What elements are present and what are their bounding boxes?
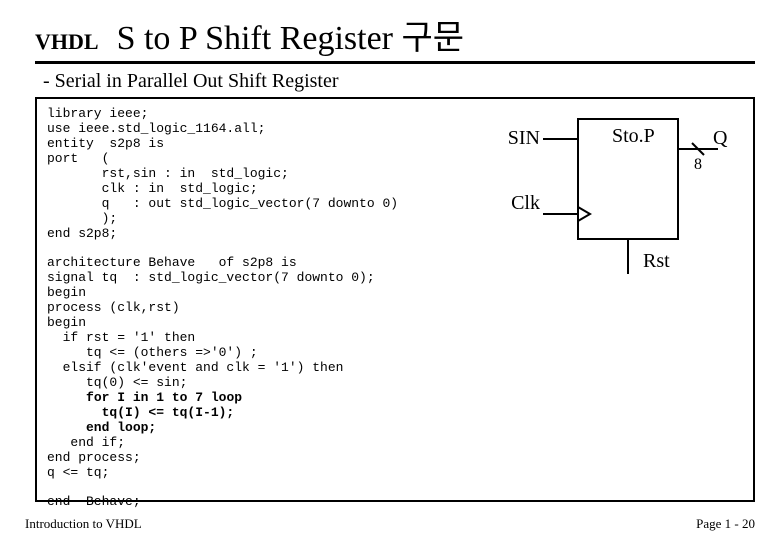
- vhdl-label: VHDL: [35, 29, 99, 55]
- code-line: process (clk,rst): [47, 300, 180, 315]
- rst-label: Rst: [643, 250, 670, 272]
- code-line: library ieee;: [47, 106, 148, 121]
- code-line: rst,sin : in std_logic;: [47, 166, 289, 181]
- code-line: clk : in std_logic;: [47, 181, 258, 196]
- footer-left: Introduction to VHDL: [25, 516, 142, 532]
- block-label: Sto.P: [612, 125, 655, 147]
- code-line: begin: [47, 285, 86, 300]
- code-line: [47, 390, 86, 405]
- code-line: tq <= (others =>'0') ;: [47, 345, 258, 360]
- code-line: tq(0) <= sin;: [47, 375, 187, 390]
- q-label: Q: [713, 127, 728, 149]
- code-line-bold: end loop;: [47, 420, 156, 435]
- code-line: end if;: [47, 435, 125, 450]
- header-bar: VHDL S to P Shift Register 구문: [35, 10, 755, 64]
- footer: Introduction to VHDL Page 1 - 20: [25, 516, 755, 532]
- subtitle: - Serial in Parallel Out Shift Register: [43, 70, 755, 93]
- page-title: S to P Shift Register 구문: [117, 10, 465, 59]
- sin-label: SIN: [508, 127, 540, 149]
- code-line: end process;: [47, 450, 141, 465]
- diagram-svg: Sto.P SIN Q 8 Clk Rst: [508, 99, 728, 289]
- footer-right: Page 1 - 20: [696, 516, 755, 532]
- code-line-bold: for I in 1 to 7 loop: [86, 390, 242, 405]
- clk-label: Clk: [511, 192, 540, 214]
- code-line: architecture Behave of s2p8 is: [47, 255, 297, 270]
- bus-width-label: 8: [694, 156, 702, 173]
- code-line: end s2p8;: [47, 226, 117, 241]
- code-line: use ieee.std_logic_1164.all;: [47, 121, 265, 136]
- code-line: port (: [47, 151, 109, 166]
- code-line: begin: [47, 315, 86, 330]
- code-line: end Behave;: [47, 494, 141, 509]
- code-line: signal tq : std_logic_vector(7 downto 0)…: [47, 270, 375, 285]
- code-line: q : out std_logic_vector(7 downto 0): [47, 196, 398, 211]
- code-line: elsif (clk'event and clk = '1') then: [47, 360, 343, 375]
- slide-page: VHDL S to P Shift Register 구문 - Serial i…: [0, 0, 780, 540]
- code-line: q <= tq;: [47, 465, 109, 480]
- code-line: entity s2p8 is: [47, 136, 164, 151]
- code-line: if rst = '1' then: [47, 330, 195, 345]
- code-line-bold: tq(I) <= tq(I-1);: [47, 405, 234, 420]
- code-line: );: [47, 211, 117, 226]
- block-diagram: Sto.P SIN Q 8 Clk Rst: [508, 99, 728, 279]
- code-box: library ieee; use ieee.std_logic_1164.al…: [35, 97, 755, 502]
- clk-triangle-icon: [578, 207, 590, 221]
